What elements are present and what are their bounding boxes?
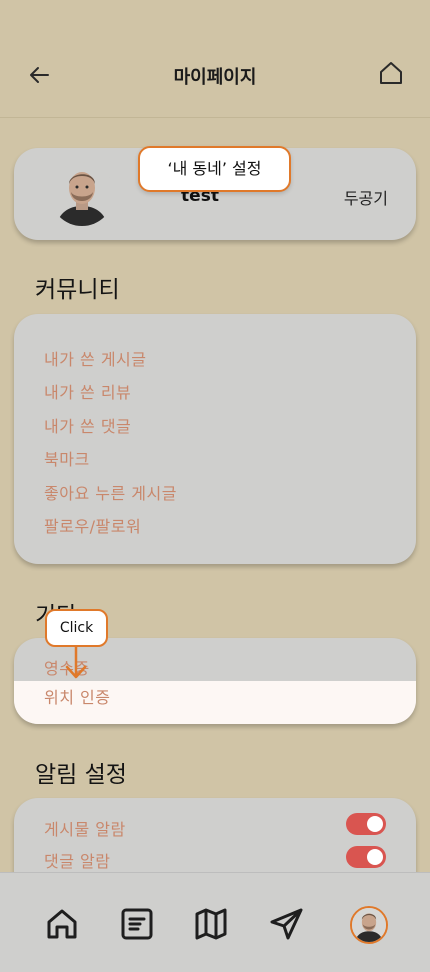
toggle-knob: [367, 849, 383, 865]
menu-bookmarks[interactable]: 북마크: [44, 446, 90, 470]
menu-liked-posts[interactable]: 좋아요 누른 게시글: [44, 480, 177, 504]
person-photo-icon: [50, 162, 114, 226]
menu-follow[interactable]: 팔로우/팔로워: [44, 513, 141, 537]
top-app-bar: 마이페이지: [0, 0, 430, 118]
page-title: 마이페이지: [173, 67, 257, 88]
notify-comment-label: 댓글 알람: [44, 852, 111, 871]
person-photo-icon: [352, 908, 386, 942]
board-icon[interactable]: [118, 905, 156, 943]
profile-avatar[interactable]: [350, 906, 388, 944]
notify-comment-toggle[interactable]: [346, 846, 386, 868]
map-icon[interactable]: [192, 905, 230, 943]
send-icon[interactable]: [268, 905, 306, 943]
arrow-down-icon: [65, 645, 87, 679]
menu-location-verification[interactable]: 위치 인증: [14, 681, 416, 724]
home-outline-icon[interactable]: [376, 58, 406, 88]
community-section-title: 커뮤니티: [35, 277, 120, 303]
notify-post-label: 게시물 알람: [44, 820, 126, 839]
avatar: [50, 162, 114, 226]
menu-my-posts[interactable]: 내가 쓴 게시글: [44, 346, 147, 370]
neighborhood-setting-tooltip[interactable]: ‘내 동네’ 설정: [138, 146, 291, 192]
neighborhood-label[interactable]: 두공기: [344, 185, 388, 209]
home-icon[interactable]: [43, 905, 81, 943]
notification-section-title: 알림 설정: [35, 762, 127, 788]
toggle-knob: [367, 816, 383, 832]
menu-my-comments[interactable]: 내가 쓴 댓글: [44, 413, 131, 437]
bottom-navigation: [0, 872, 430, 972]
click-tooltip: Click: [45, 609, 108, 647]
notify-post-toggle[interactable]: [346, 813, 386, 835]
menu-my-reviews[interactable]: 내가 쓴 리뷰: [44, 379, 131, 403]
community-menu-card: 내가 쓴 게시글 내가 쓴 리뷰 내가 쓴 댓글 북마크 좋아요 누른 게시글 …: [14, 314, 416, 564]
